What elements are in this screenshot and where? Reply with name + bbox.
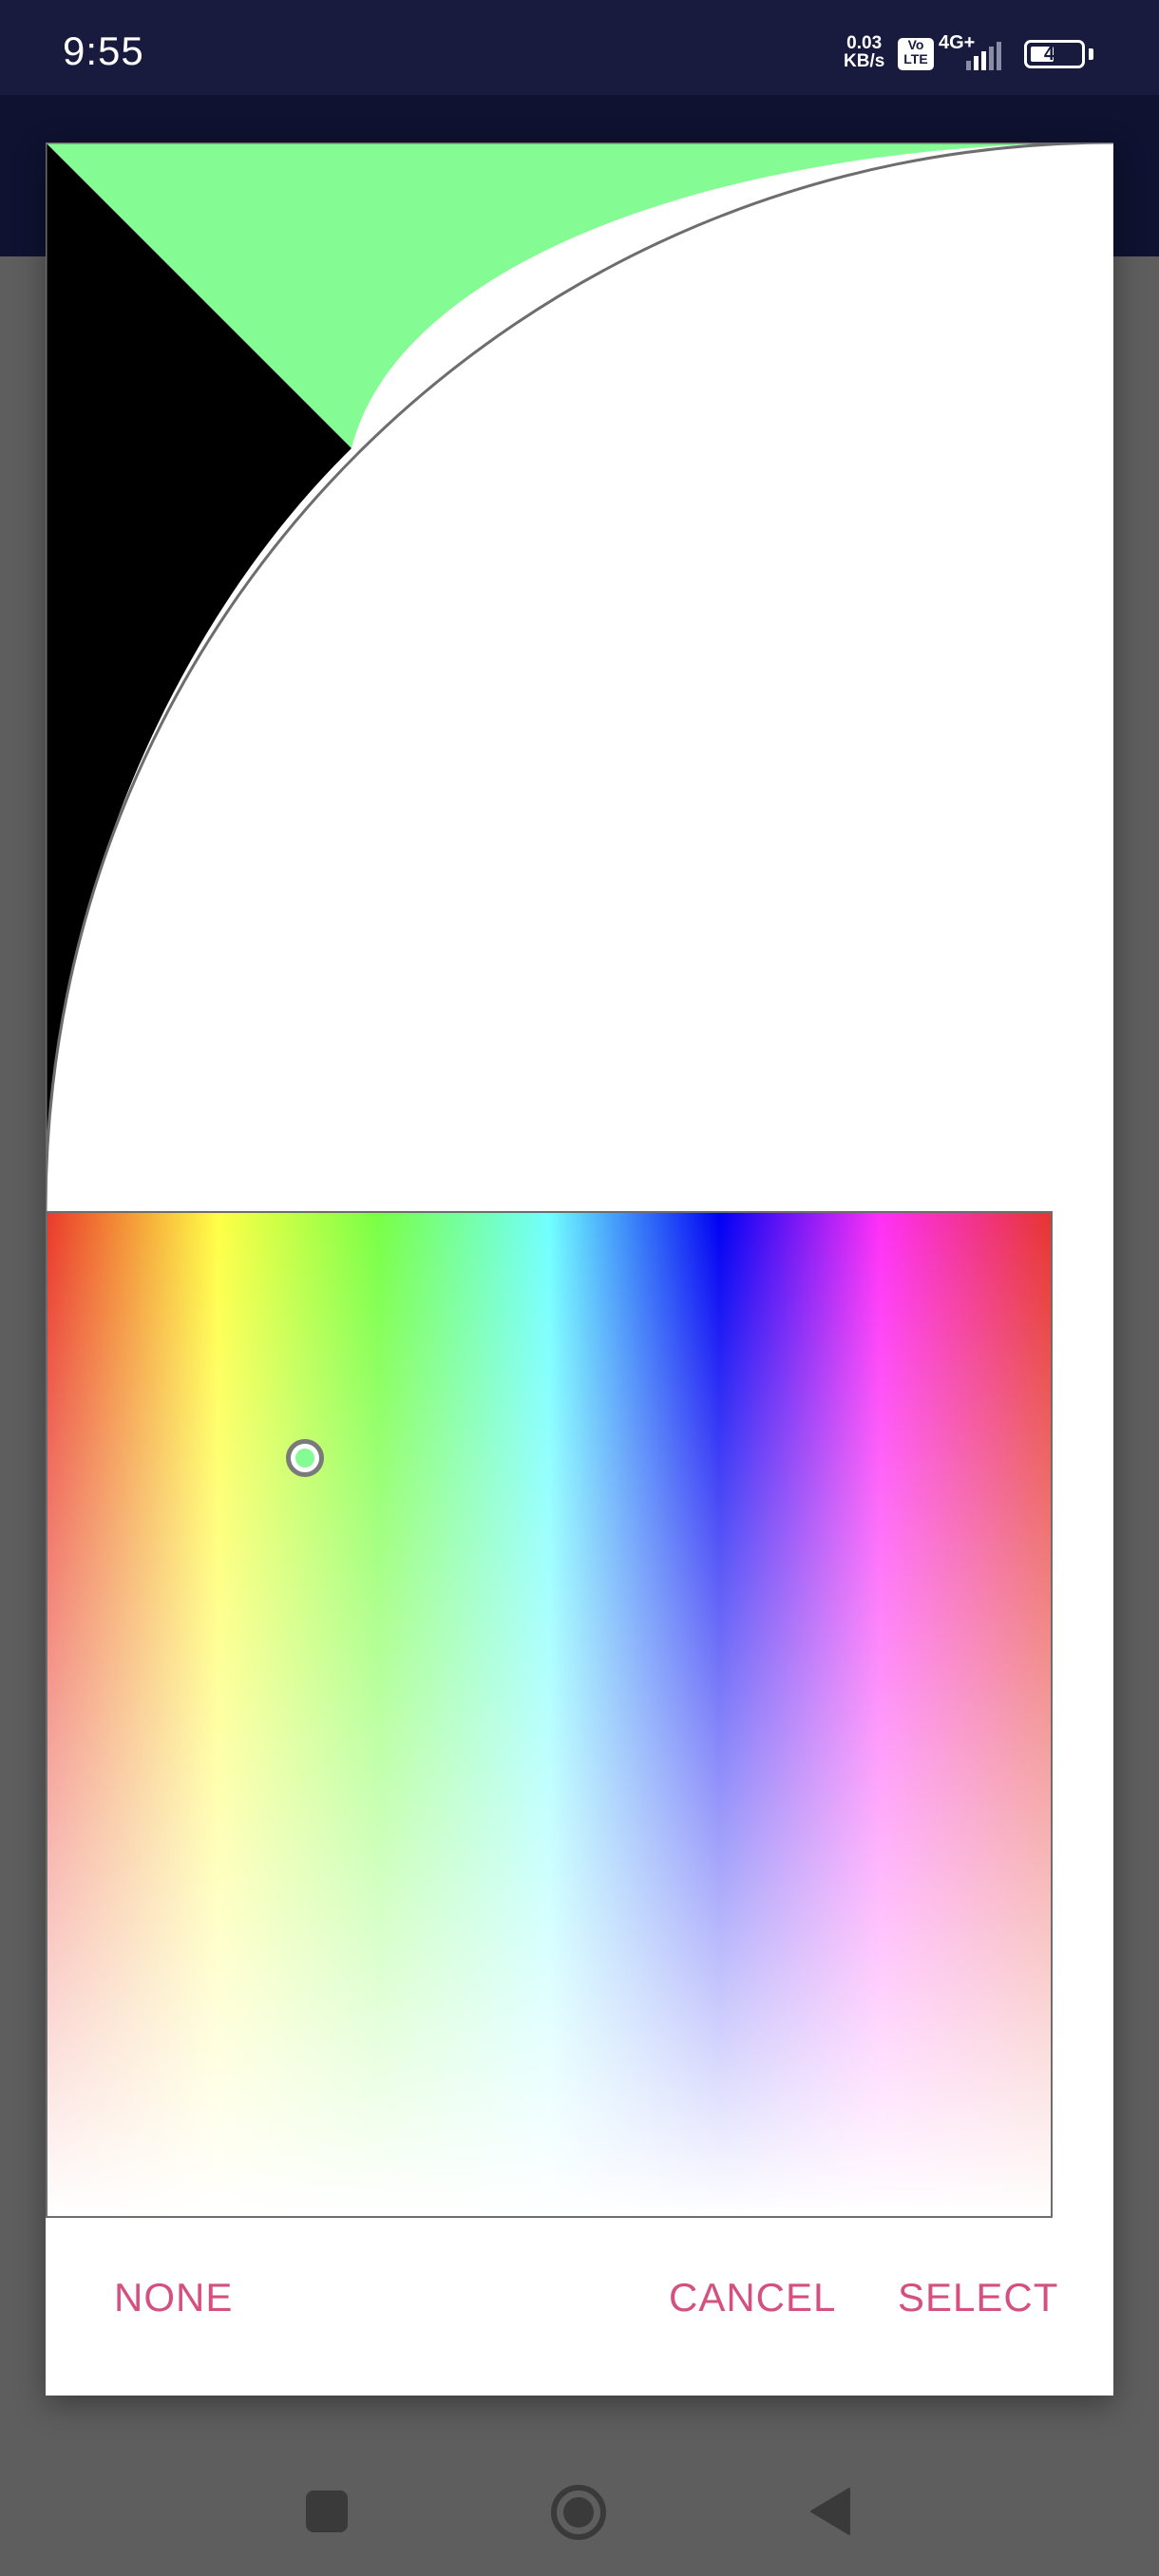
none-button[interactable]: NONE	[114, 2275, 233, 2320]
color-picker-handle[interactable]	[286, 1438, 325, 1477]
select-button[interactable]: SELECT	[898, 2275, 1058, 2320]
color-preview	[46, 142, 1113, 1211]
clock: 9:55	[63, 28, 144, 73]
status-bar: 9:55 0.03 KB/s Vo LTE 4G+ 47	[0, 0, 1159, 95]
color-spectrum[interactable]	[46, 1211, 1053, 2218]
battery-percentage: 47	[1043, 44, 1066, 65]
recent-apps-icon[interactable]	[300, 2485, 353, 2538]
volte-label-bottom: LTE	[903, 51, 928, 66]
cancel-button[interactable]: CANCEL	[669, 2275, 836, 2320]
dialog-actions: NONE CANCEL SELECT	[46, 2218, 1113, 2396]
battery-icon: 47	[1024, 40, 1085, 68]
network-speed: 0.03 KB/s	[844, 34, 884, 70]
navigation-bar	[0, 2451, 1159, 2576]
volte-icon: Vo LTE	[898, 38, 934, 70]
network-speed-unit: KB/s	[844, 51, 885, 71]
volte-label-top: Vo	[907, 37, 924, 52]
battery-tip	[1089, 48, 1093, 60]
color-picker-dialog: NONE CANCEL SELECT	[46, 142, 1113, 2396]
signal-strength-icon	[966, 42, 1001, 70]
network-speed-value: 0.03	[846, 33, 883, 53]
home-icon[interactable]	[549, 2483, 608, 2542]
back-icon[interactable]	[804, 2485, 857, 2538]
picker-handle-color	[295, 1448, 315, 1468]
